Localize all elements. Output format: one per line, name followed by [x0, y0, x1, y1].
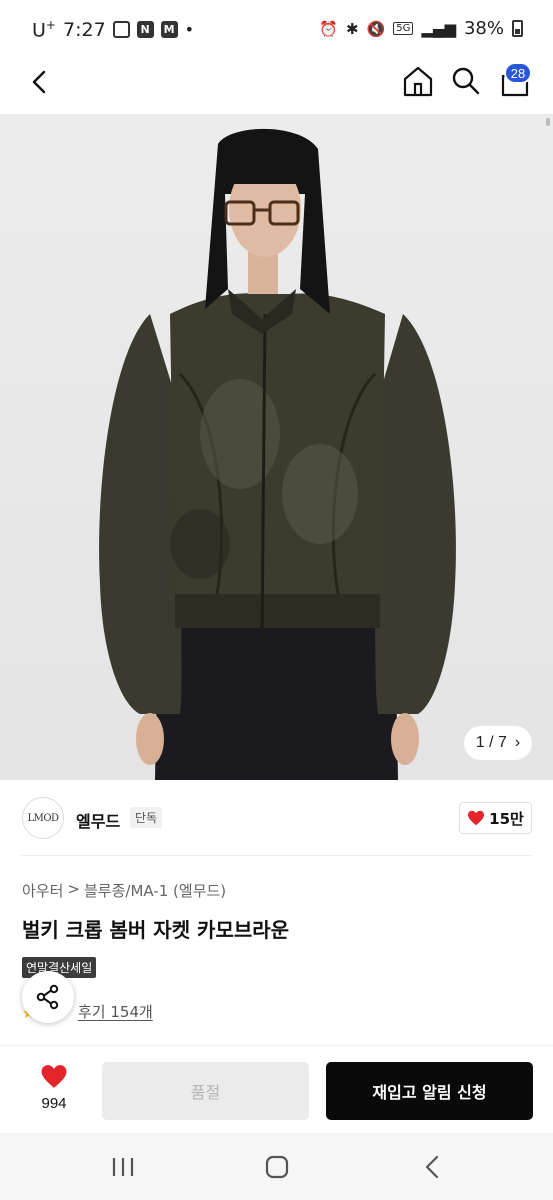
breadcrumb: 아우터 > 블루종/MA-1 (엘무드) — [22, 880, 226, 901]
mute-icon: 🔇 — [366, 19, 386, 38]
review-link[interactable]: 후기 154개 — [78, 1001, 153, 1022]
chevron-right-icon: › — [514, 734, 521, 751]
exclusive-tag: 단독 — [130, 807, 163, 828]
product-title: 벌키 크롭 봄버 자켓 카모브라운 — [22, 918, 290, 942]
breadcrumb-item-blouson[interactable]: 블루종/MA-1 (엘무드) — [84, 880, 226, 901]
brand-row: LMOD 엘무드 단독 15만 — [0, 780, 553, 856]
share-button[interactable] — [22, 971, 74, 1023]
back-arrow-icon[interactable] — [22, 64, 58, 100]
heart-icon — [41, 1065, 67, 1088]
model-jacket-photo — [99, 128, 456, 780]
scroll-indicator — [546, 118, 550, 126]
notification-dot: • — [184, 20, 195, 40]
wish-button[interactable]: 994 — [26, 1064, 82, 1112]
home-icon[interactable] — [399, 62, 437, 100]
android-nav-bar — [0, 1133, 553, 1200]
share-icon — [36, 984, 59, 1010]
signal-icon: ▂▄▆ — [421, 19, 456, 38]
product-image[interactable]: 1 / 7 › — [0, 114, 553, 780]
carrier-label: U+ — [32, 18, 56, 42]
network-type: 5G — [393, 22, 414, 35]
breadcrumb-separator: > — [67, 880, 80, 898]
home-button-icon[interactable] — [262, 1153, 292, 1181]
back-icon[interactable] — [418, 1153, 448, 1181]
brand-like-button[interactable]: 15만 — [459, 802, 532, 834]
image-icon — [112, 21, 130, 39]
clock: 7:27 — [62, 18, 106, 41]
heart-icon — [468, 810, 485, 826]
image-counter-label: 1 / 7 — [475, 734, 507, 751]
action-bar: 994 품절 재입고 알림 신청 — [0, 1045, 553, 1133]
m-icon: M — [160, 21, 178, 39]
brand-name[interactable]: 엘무드 — [76, 808, 120, 832]
brand-like-count: 15만 — [489, 809, 524, 828]
status-bar: U+ 7:27 N M • ⏰ ✱ 🔇 5G ▂▄▆ 38% — [0, 0, 553, 58]
recent-apps-icon[interactable] — [108, 1153, 138, 1181]
bluetooth-icon: ✱ — [345, 19, 359, 38]
wish-count: 994 — [41, 1095, 67, 1112]
soldout-button: 품절 — [102, 1062, 309, 1120]
restock-alert-button[interactable]: 재입고 알림 신청 — [326, 1062, 533, 1120]
cart-count-badge: 28 — [504, 62, 532, 84]
breadcrumb-item-outer[interactable]: 아우터 — [22, 880, 63, 901]
battery-percent: 38% — [463, 18, 504, 39]
search-icon[interactable] — [447, 62, 485, 100]
brand-logo[interactable]: LMOD — [22, 797, 64, 839]
battery-icon — [512, 20, 523, 37]
naver-icon: N — [136, 21, 154, 39]
alarm-icon: ⏰ — [319, 19, 338, 38]
image-counter[interactable]: 1 / 7 › — [464, 726, 532, 760]
top-nav — [0, 58, 553, 114]
divider — [21, 855, 532, 856]
